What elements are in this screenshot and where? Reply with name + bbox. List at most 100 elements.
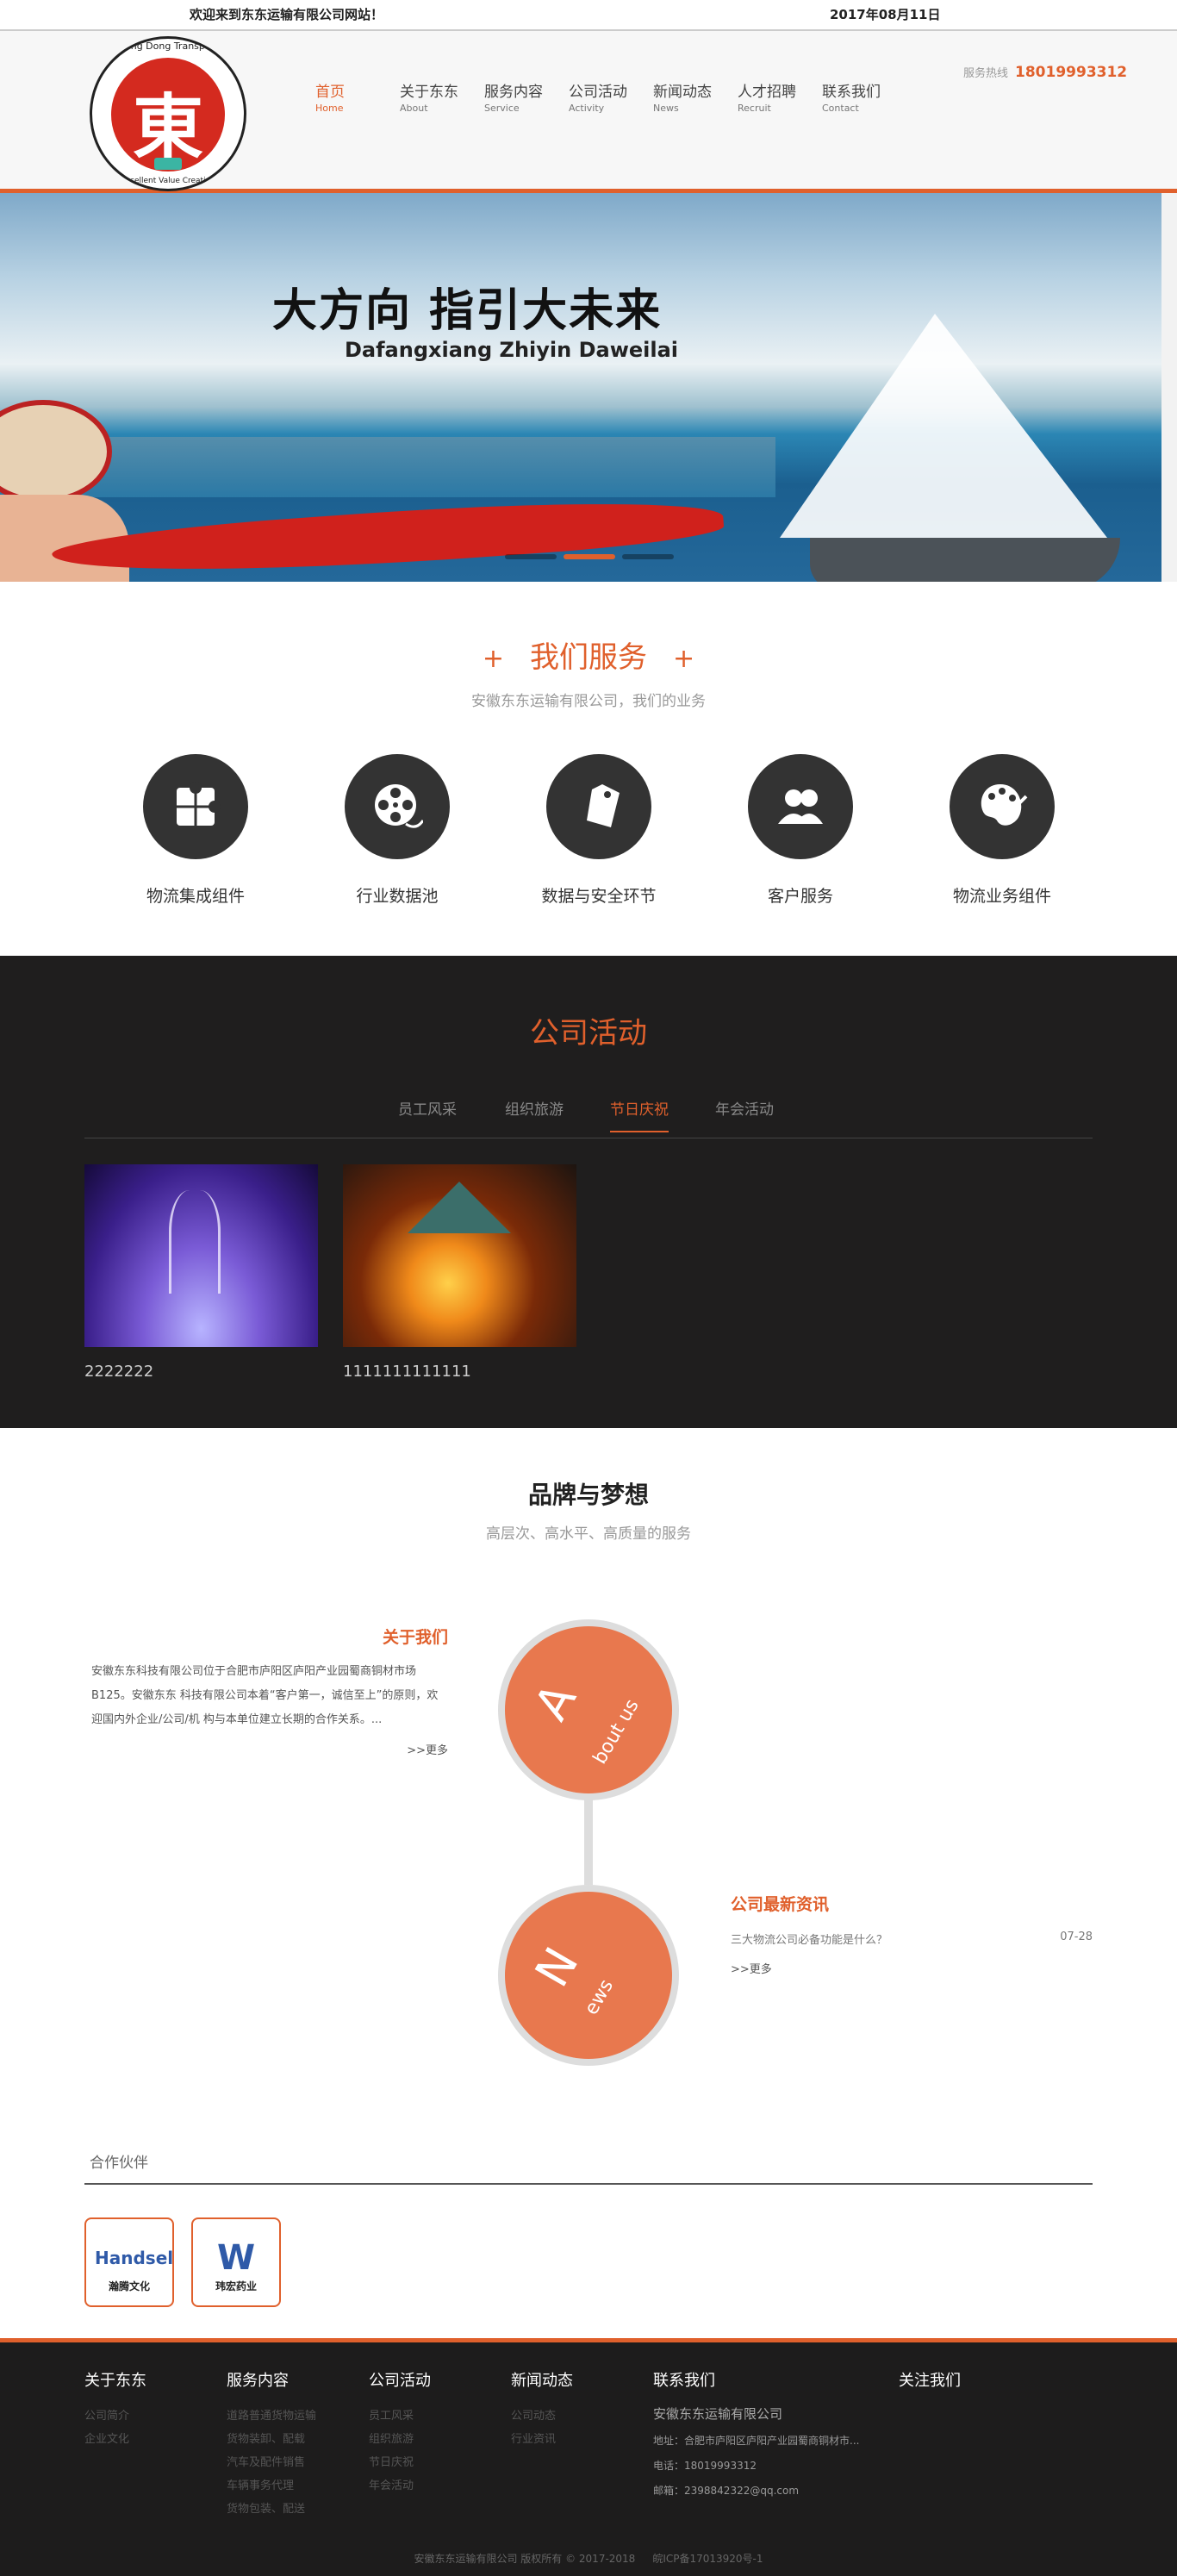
- partner-logo[interactable]: Handsel 瀚腾文化: [84, 2217, 174, 2307]
- activity-card[interactable]: 1111111111111: [343, 1164, 576, 1381]
- news-item[interactable]: 三大物流公司必备功能是什么？ 07-28: [731, 1930, 1093, 1948]
- footer-col-title: 服务内容: [227, 2372, 289, 2390]
- activity-photo[interactable]: [84, 1164, 318, 1347]
- weihong-logo-icon: W: [216, 2238, 256, 2278]
- plus-icon: +: [482, 644, 504, 674]
- hotline-label: 服务热线: [963, 67, 1009, 80]
- news-circle[interactable]: N ews: [498, 1885, 679, 2066]
- nav-item-contact[interactable]: 联系我们 Contact: [822, 79, 906, 114]
- icp-number[interactable]: 皖ICP备17013920号-1: [652, 2553, 763, 2565]
- banner-ship-hull: [810, 538, 1120, 582]
- banner-red-ribbon: [50, 488, 726, 582]
- news-more-link[interactable]: >>更多: [731, 1960, 1093, 1976]
- activity-photo[interactable]: [343, 1164, 576, 1347]
- activities-title: 公司活动: [530, 1016, 647, 1051]
- about-heading: 关于我们: [382, 1628, 448, 1647]
- activity-caption[interactable]: 2222222: [84, 1363, 318, 1381]
- service-item[interactable]: 行业数据池: [296, 754, 498, 907]
- service-label: 物流业务组件: [952, 887, 1051, 906]
- footer-link[interactable]: 员工风采: [369, 2406, 431, 2423]
- nav-label: 关于东东: [400, 84, 458, 101]
- about-text: 安徽东东科技有限公司位于合肥市庐阳区庐阳产业园蜀商铜材市场B125。安徽东东 科…: [91, 1665, 439, 1726]
- nav-item-about[interactable]: 关于东东 About: [400, 79, 484, 114]
- activity-caption[interactable]: 1111111111111: [343, 1363, 576, 1381]
- nav-sublabel: About: [400, 103, 428, 114]
- nav-item-activity[interactable]: 公司活动 Activity: [569, 79, 653, 114]
- footer-link[interactable]: 年会活动: [369, 2476, 431, 2492]
- service-item[interactable]: 物流集成组件: [95, 754, 296, 907]
- about-more-link[interactable]: >>更多: [91, 1741, 448, 1757]
- copyright-bar: 安徽东东运输有限公司 版权所有 © 2017-2018 皖ICP备17013920…: [0, 2551, 1177, 2566]
- copyright-text: 安徽东东运输有限公司 版权所有 © 2017-2018: [414, 2553, 636, 2565]
- banner-city-skyline: [0, 437, 775, 497]
- footer-col-about: 关于东东 公司简介 企业文化: [84, 2368, 146, 2446]
- footer-col-news: 新闻动态 公司动态 行业资讯: [511, 2368, 573, 2446]
- footer-email: 邮箱：2398842322@qq.com: [653, 2485, 800, 2497]
- slider-dot[interactable]: [622, 554, 674, 559]
- footer-link[interactable]: 组织旅游: [369, 2429, 431, 2446]
- nav-sublabel: Activity: [569, 103, 605, 114]
- service-item[interactable]: 物流业务组件: [901, 754, 1103, 907]
- footer-col-service: 服务内容 道路普通货物运输 货物装卸、配载 汽车及配件销售 车辆事务代理 货物包…: [227, 2368, 316, 2516]
- footer-col-title: 公司活动: [369, 2372, 431, 2390]
- nav-item-service[interactable]: 服务内容 Service: [484, 79, 569, 114]
- about-us-circle[interactable]: A bout us: [498, 1619, 679, 1800]
- logo-arc-top: Dong Dong Transport: [117, 41, 219, 52]
- footer-link[interactable]: 道路普通货物运输: [227, 2406, 316, 2423]
- nav-label: 人才招聘: [738, 84, 796, 101]
- services-section: + 我们服务 + 安徽东东运输有限公司，我们的业务 物流集成组件 行业数据池 数据与…: [0, 582, 1177, 956]
- nav-label: 服务内容: [484, 84, 543, 101]
- photo-tree: [169, 1190, 221, 1294]
- partners-title: 合作伙伴: [90, 2155, 148, 2172]
- nav-label: 首页: [315, 84, 345, 101]
- partner-logo[interactable]: W 玮宏药业: [191, 2217, 281, 2307]
- logo-arc-bottom: Excellent Value Creation: [121, 177, 215, 185]
- footer-col-title: 联系我们: [653, 2372, 715, 2390]
- footer-link[interactable]: 公司动态: [511, 2406, 573, 2423]
- footer-col-title: 关于东东: [84, 2372, 146, 2390]
- news-image: N ews: [505, 1892, 672, 2059]
- nav-sublabel: Home: [315, 103, 344, 114]
- partner-caption: 瀚腾文化: [108, 2280, 150, 2292]
- plus-icon: +: [673, 644, 695, 674]
- circle-letter: A: [523, 1674, 587, 1730]
- tab-holiday[interactable]: 节日庆祝: [610, 1097, 669, 1132]
- activity-card[interactable]: 2222222: [84, 1164, 318, 1381]
- company-logo[interactable]: Dong Dong Transport 東 Excellent Value Cr…: [90, 36, 246, 191]
- hotline-number[interactable]: 18019993312: [1015, 64, 1127, 81]
- footer-link[interactable]: 货物包装、配送: [227, 2499, 316, 2516]
- tab-staff[interactable]: 员工风采: [398, 1097, 457, 1131]
- footer-link[interactable]: 车辆事务代理: [227, 2476, 316, 2492]
- banner-edge: [1161, 193, 1177, 582]
- main-nav: 首页 Home 关于东东 About 服务内容 Service 公司活动 Act…: [315, 79, 906, 114]
- hero-banner[interactable]: 大方向 指引大未来 Dafangxiang Zhiyin Daweilai: [0, 193, 1177, 582]
- footer-link[interactable]: 货物装卸、配载: [227, 2429, 316, 2446]
- users-icon: [748, 754, 853, 859]
- nav-item-recruit[interactable]: 人才招聘 Recruit: [738, 79, 822, 114]
- footer-col-activity: 公司活动 员工风采 组织旅游 节日庆祝 年会活动: [369, 2368, 431, 2492]
- banner-title: 大方向 指引大未来: [272, 285, 663, 337]
- photo-temple: [408, 1182, 511, 1233]
- service-item[interactable]: 客户服务: [700, 754, 901, 907]
- top-bar: 欢迎来到东东运输有限公司网站！ 2017年08月11日: [0, 0, 1177, 31]
- tab-travel[interactable]: 组织旅游: [505, 1097, 564, 1131]
- site-header: Dong Dong Transport 東 Excellent Value Cr…: [0, 31, 1177, 193]
- news-item-title[interactable]: 三大物流公司必备功能是什么？: [731, 1930, 887, 1947]
- slider-dot-active[interactable]: [564, 554, 615, 559]
- footer-link[interactable]: 企业文化: [84, 2429, 146, 2446]
- slider-dot[interactable]: [505, 554, 557, 559]
- footer-link[interactable]: 公司简介: [84, 2406, 146, 2423]
- nav-sublabel: Recruit: [738, 103, 771, 114]
- welcome-text: 欢迎来到东东运输有限公司网站！: [190, 7, 384, 22]
- footer-col-title: 关注我们: [899, 2372, 961, 2390]
- nav-item-home[interactable]: 首页 Home: [315, 79, 400, 114]
- footer-link[interactable]: 节日庆祝: [369, 2453, 431, 2469]
- footer-link[interactable]: 行业资讯: [511, 2429, 573, 2446]
- footer-col-follow: 关注我们: [899, 2368, 961, 2391]
- nav-item-news[interactable]: 新闻动态 News: [653, 79, 738, 114]
- service-item[interactable]: 数据与安全环节: [498, 754, 700, 907]
- partner-caption: 玮宏药业: [215, 2280, 257, 2292]
- footer-link[interactable]: 汽车及配件销售: [227, 2453, 316, 2469]
- tab-annual[interactable]: 年会活动: [715, 1097, 774, 1131]
- banner-sailing-ship: [780, 314, 1107, 538]
